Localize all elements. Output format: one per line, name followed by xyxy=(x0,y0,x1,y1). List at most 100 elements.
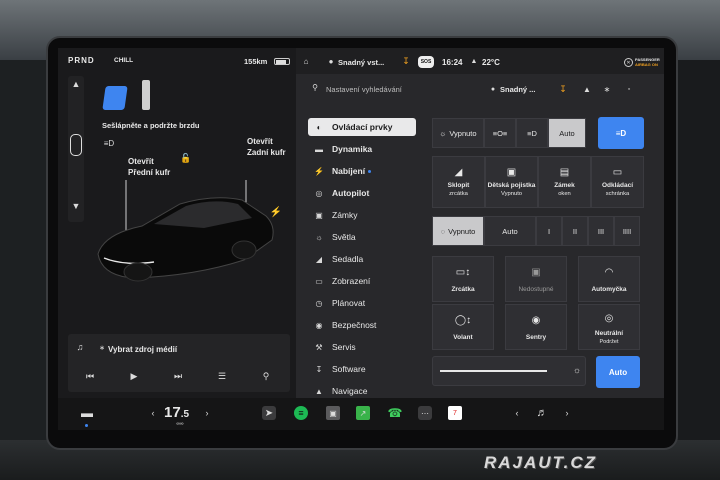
menu-item-7[interactable]: ▭ Zobrazení xyxy=(308,272,416,290)
speaker-icon[interactable]: ♬ xyxy=(534,406,550,420)
front-trunk-open-label[interactable]: Otevřít xyxy=(128,157,154,166)
equalizer-icon[interactable]: ☰ xyxy=(214,370,230,382)
person-icon[interactable]: ● xyxy=(326,55,336,67)
profile-selector[interactable]: Snadný ... xyxy=(500,85,535,94)
car-temperature-icon: ▲ xyxy=(470,57,478,65)
touchscreen: PRND CHILL 155km ▲ ▼ Sešlápněte a podržt… xyxy=(58,48,664,398)
car-3d-model[interactable] xyxy=(94,176,284,296)
search-icon[interactable]: ⚲ xyxy=(258,370,274,382)
menu-item-11[interactable]: ↧ Software xyxy=(308,360,416,378)
wipers-speed-1[interactable]: I xyxy=(536,216,562,246)
heated-seat-icon[interactable]: ∞∞ xyxy=(170,421,190,427)
profile-name[interactable]: Snadný vst... xyxy=(338,58,384,67)
unlock-icon[interactable]: 🔓 xyxy=(180,152,192,164)
calendar-icon[interactable]: 7 xyxy=(448,406,462,420)
wipers-auto-button[interactable]: Auto xyxy=(484,216,536,246)
headlights-icon: ≡D xyxy=(103,138,115,148)
lights-off-button[interactable]: ☼ Vypnuto xyxy=(432,118,484,148)
bluetooth-icon[interactable]: ∗ xyxy=(602,83,612,95)
menu-item-label: Dynamika xyxy=(332,144,373,154)
quick-card-1[interactable]: ▣ Dětská pojistka Vypnuto xyxy=(485,156,538,208)
phone-icon[interactable]: ☎ xyxy=(388,406,403,420)
menu-item-4[interactable]: ▣ Zámky xyxy=(308,206,416,224)
more-apps-icon[interactable]: ⋯ xyxy=(418,406,432,420)
download-icon[interactable]: ↧ xyxy=(400,55,412,67)
car-top-icon xyxy=(70,134,82,156)
sentry-tile[interactable]: ◉ Sentry xyxy=(505,304,567,350)
quick-card-0[interactable]: ◢ Sklopit zrcátka xyxy=(432,156,485,208)
menu-item-1[interactable]: ▬ Dynamika xyxy=(308,140,416,158)
wipers-speed-4[interactable]: IIII xyxy=(614,216,640,246)
airbag-status-line2: AIRBAG ON xyxy=(635,62,658,67)
temp-down-icon[interactable]: ‹ xyxy=(148,407,158,419)
next-track-icon[interactable]: ⏭ xyxy=(170,370,186,382)
menu-item-5[interactable]: ☼ Světla xyxy=(308,228,416,246)
menu-item-label: Servis xyxy=(332,342,356,352)
rear-trunk-open-label[interactable]: Otevřít xyxy=(247,137,273,146)
menu-item-12[interactable]: ▲ Navigace xyxy=(308,382,416,398)
menu-item-9[interactable]: ◉ Bezpečnost xyxy=(308,316,416,334)
media-app-icon[interactable]: ▣ xyxy=(326,406,340,420)
play-icon[interactable]: ▶ xyxy=(126,370,142,382)
charging-dot xyxy=(368,169,372,173)
menu-item-6[interactable]: ◢ Sedadla xyxy=(308,250,416,268)
person-icon[interactable]: ● xyxy=(488,84,498,94)
car-wash-tile[interactable]: ◜◝ Automyčka xyxy=(578,256,640,302)
neutral-icon: ◎ xyxy=(604,313,614,324)
toggle-icon: ◐ xyxy=(316,122,322,132)
instrument-cluster-edge xyxy=(0,60,48,450)
music-note-icon: ♫ xyxy=(76,342,84,352)
wipers-off-button[interactable]: ◌ Vypnuto xyxy=(432,216,484,246)
menu-item-8[interactable]: ◷ Plánovat xyxy=(308,294,416,312)
menu-item-label: Světla xyxy=(332,232,356,242)
cabin-temperature[interactable]: 17.5 xyxy=(164,404,189,421)
volume-up-icon[interactable]: › xyxy=(562,407,572,419)
menu-item-label: Sedadla xyxy=(332,254,364,264)
car-icon[interactable]: ▬ xyxy=(78,406,96,420)
spotify-icon[interactable]: ≡ xyxy=(294,406,308,420)
parking-lights-button[interactable]: ≡O≡ xyxy=(484,118,516,148)
search-icon[interactable]: ⚲ xyxy=(310,82,320,92)
wipers-speed-2[interactable]: II xyxy=(562,216,588,246)
energy-app-icon[interactable]: ↗ xyxy=(356,406,370,420)
lock-icon: ▣ xyxy=(315,210,323,220)
mirrors-tile[interactable]: ▭↕ Zrcátka xyxy=(432,256,494,302)
menu-item-10[interactable]: ⚒ Servis xyxy=(308,338,416,356)
shield-icon: ◉ xyxy=(315,320,323,330)
quick-card-2[interactable]: ▤ Zámek oken xyxy=(538,156,591,208)
menu-item-0[interactable]: ◐ Ovládací prvky xyxy=(308,118,416,136)
gear-selector[interactable]: PRND xyxy=(68,56,95,65)
previous-track-icon[interactable]: ⏮ xyxy=(82,370,98,382)
navigation-app-icon[interactable]: ➤ xyxy=(262,406,276,420)
auto-high-beam-button[interactable]: ≡D xyxy=(598,117,644,149)
bell-icon[interactable]: ▲ xyxy=(582,83,592,95)
steering-wheel-icon: ◯↕ xyxy=(454,315,472,326)
download-icon[interactable]: ↧ xyxy=(558,83,568,95)
menu-item-2[interactable]: ⚡ Nabíjení xyxy=(308,162,416,180)
menu-item-3[interactable]: ◎ Autopilot xyxy=(308,184,416,202)
neutral-hold-tile[interactable]: ◎ Neutrální Podržet xyxy=(578,304,640,350)
quick-card-3[interactable]: ▭ Odkládací schránka xyxy=(591,156,644,208)
temp-up-icon[interactable]: › xyxy=(202,407,212,419)
arrow-up-icon[interactable]: ▲ xyxy=(68,78,84,90)
brightness-auto-button[interactable]: Auto xyxy=(596,356,640,388)
volume-down-icon[interactable]: ‹ xyxy=(512,407,522,419)
media-source-label[interactable]: Vybrat zdroj médií xyxy=(108,345,177,354)
sun-icon: ☼ xyxy=(439,128,447,138)
child-lock-icon: ▣ xyxy=(506,167,517,178)
wipers-speed-3[interactable]: III xyxy=(588,216,614,246)
low-beam-button[interactable]: ≡D xyxy=(516,118,548,148)
rear-trunk-label[interactable]: Zadní kufr xyxy=(247,148,286,157)
lights-auto-button[interactable]: Auto xyxy=(548,118,586,148)
menu-item-label: Plánovat xyxy=(332,298,366,308)
car-wash-icon: ◜◝ xyxy=(605,267,613,278)
arrow-down-icon[interactable]: ▼ xyxy=(68,200,84,212)
home-icon[interactable]: ⌂ xyxy=(300,55,312,67)
menu-item-label: Zobrazení xyxy=(332,276,371,286)
settings-panel: ⌂ ● Snadný vst... ↧ SOS 16:24 ▲ 22°C ✕ P… xyxy=(296,48,664,398)
settings-search-input[interactable]: Nastavení vyhledávání xyxy=(326,85,402,94)
steering-wheel-tile[interactable]: ◯↕ Volant xyxy=(432,304,494,350)
outside-temperature: 22°C xyxy=(482,58,500,67)
sos-icon[interactable]: SOS xyxy=(418,56,434,68)
airbag-icon: ✕ xyxy=(624,58,633,67)
